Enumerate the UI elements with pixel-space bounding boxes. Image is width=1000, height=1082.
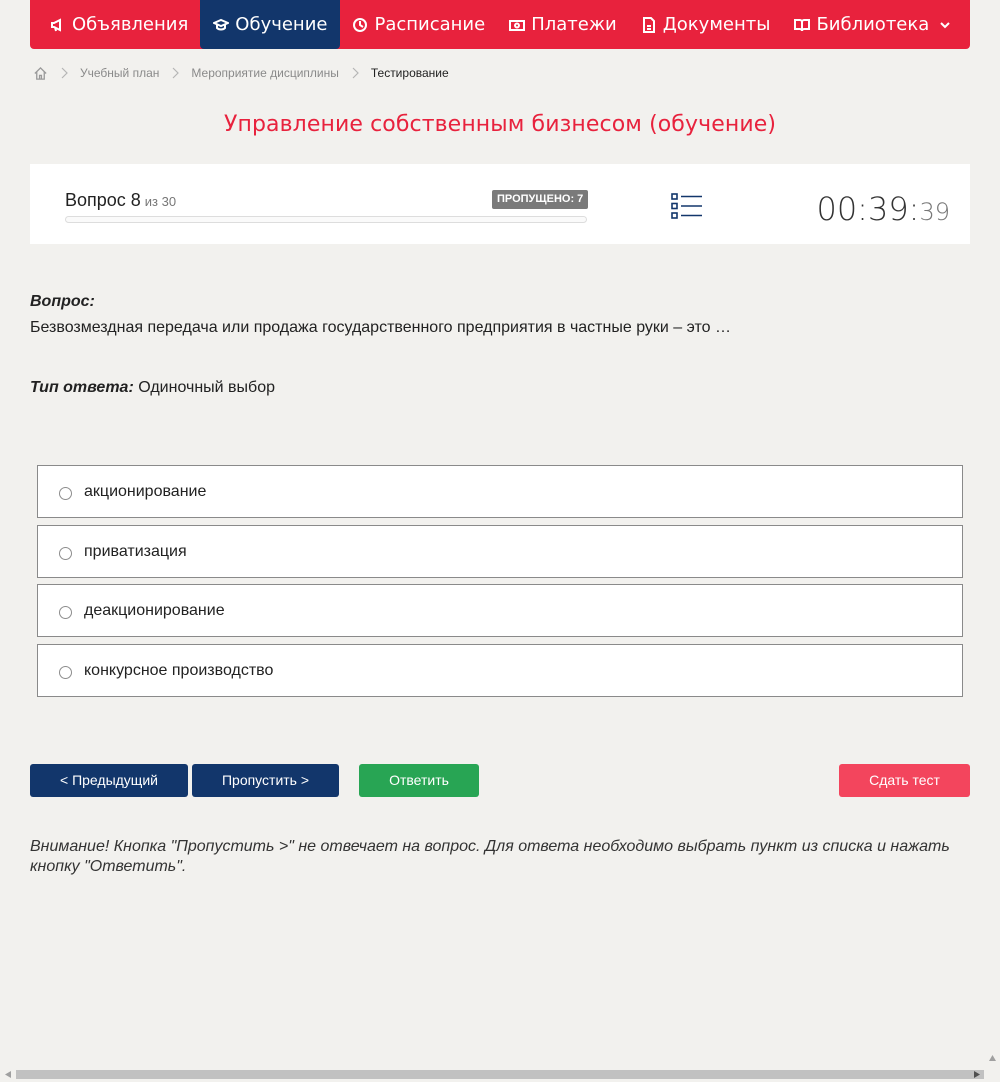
scroll-left-arrow-icon[interactable] bbox=[3, 1070, 13, 1079]
question-counter: Вопрос 8 из 30 bbox=[65, 190, 176, 211]
breadcrumb-item[interactable]: Мероприятие дисциплины bbox=[191, 66, 338, 80]
money-icon bbox=[509, 19, 526, 31]
nav-item-label: Расписание bbox=[374, 14, 486, 35]
timer: 00:39:39 bbox=[816, 190, 950, 228]
answer-option[interactable]: деакционирование bbox=[37, 584, 963, 637]
nav-item-label: Обучение bbox=[235, 14, 328, 35]
radio-button[interactable] bbox=[59, 547, 72, 560]
nav-item-schedule[interactable]: Расписание bbox=[340, 0, 497, 49]
question-heading: Вопрос: bbox=[30, 293, 95, 310]
scroll-up-arrow-icon[interactable] bbox=[988, 1054, 997, 1062]
quiz-status-panel: Вопрос 8 из 30 ПРОПУЩЕНО: 7 00:39:39 bbox=[30, 164, 970, 244]
skip-button[interactable]: Пропустить > bbox=[192, 764, 339, 797]
nav-item-label: Документы bbox=[662, 14, 771, 35]
answer-option[interactable]: акционирование bbox=[37, 465, 963, 518]
skipped-badge: ПРОПУЩЕНО: 7 bbox=[492, 190, 589, 209]
scroll-right-arrow-icon[interactable] bbox=[972, 1070, 982, 1079]
question-total: из 30 bbox=[144, 194, 177, 209]
answer-option-label: конкурсное производство bbox=[84, 662, 274, 679]
clock-icon bbox=[353, 17, 368, 32]
answer-option-label: приватизация bbox=[84, 543, 187, 560]
answer-option-label: деакционирование bbox=[84, 602, 225, 619]
answer-type-value: Одиночный выбор bbox=[138, 379, 275, 396]
breadcrumb-current: Тестирование bbox=[370, 66, 449, 80]
timer-seconds: 39 bbox=[919, 198, 950, 226]
progress-bar bbox=[65, 216, 587, 223]
question-number: Вопрос 8 bbox=[65, 190, 141, 210]
answer-option-label: акционирование bbox=[84, 483, 207, 500]
book-icon bbox=[794, 18, 811, 31]
scrollbar-thumb[interactable] bbox=[16, 1070, 984, 1079]
answer-option[interactable]: конкурсное производство bbox=[37, 644, 963, 697]
breadcrumb-item[interactable]: Учебный план bbox=[80, 66, 159, 80]
answer-type-label: Тип ответа: bbox=[30, 379, 134, 396]
breadcrumb: Учебный план Мероприятие дисциплины Тест… bbox=[33, 64, 449, 82]
nav-item-label: Объявления bbox=[72, 14, 189, 35]
finish-test-button[interactable]: Сдать тест bbox=[839, 764, 970, 797]
page-title: Управление собственным бизнесом (обучени… bbox=[223, 112, 777, 137]
chevron-right-icon bbox=[60, 67, 68, 79]
home-icon[interactable] bbox=[33, 66, 48, 81]
nav-item-label: Библиотека bbox=[816, 14, 930, 35]
answer-option[interactable]: приватизация bbox=[37, 525, 963, 578]
nav-item-learning[interactable]: Обучение bbox=[200, 0, 341, 49]
chevron-right-icon bbox=[351, 67, 359, 79]
chevron-right-icon bbox=[171, 67, 180, 79]
radio-button[interactable] bbox=[59, 666, 72, 679]
nav-item-payments[interactable]: Платежи bbox=[497, 0, 629, 49]
answer-type: Тип ответа: Одиночный выбор bbox=[30, 379, 275, 397]
graduation-cap-icon bbox=[213, 18, 230, 30]
skip-warning-text: Внимание! Кнопка "Пропустить >" не отвеч… bbox=[30, 838, 950, 875]
document-icon bbox=[642, 16, 655, 33]
previous-button[interactable]: < Предыдущий bbox=[30, 764, 188, 797]
chevron-down-icon bbox=[940, 21, 950, 28]
question-text: Безвозмездная передача или продажа госуд… bbox=[30, 319, 731, 336]
nav-item-library[interactable]: Библиотека bbox=[782, 0, 963, 49]
nav-item-announcements[interactable]: Объявления bbox=[38, 0, 200, 49]
answer-button[interactable]: Ответить bbox=[359, 764, 479, 797]
timer-hm: 00:39: bbox=[816, 190, 920, 228]
horizontal-scrollbar[interactable] bbox=[0, 1067, 1000, 1082]
nav-item-label: Платежи bbox=[531, 14, 617, 35]
radio-button[interactable] bbox=[59, 606, 72, 619]
main-nav: Объявления Обучение Расписание Платежи Д… bbox=[30, 0, 970, 49]
nav-item-documents[interactable]: Документы bbox=[629, 0, 783, 49]
megaphone-icon bbox=[51, 17, 61, 32]
question-list-icon[interactable] bbox=[671, 192, 703, 220]
radio-button[interactable] bbox=[59, 487, 72, 500]
